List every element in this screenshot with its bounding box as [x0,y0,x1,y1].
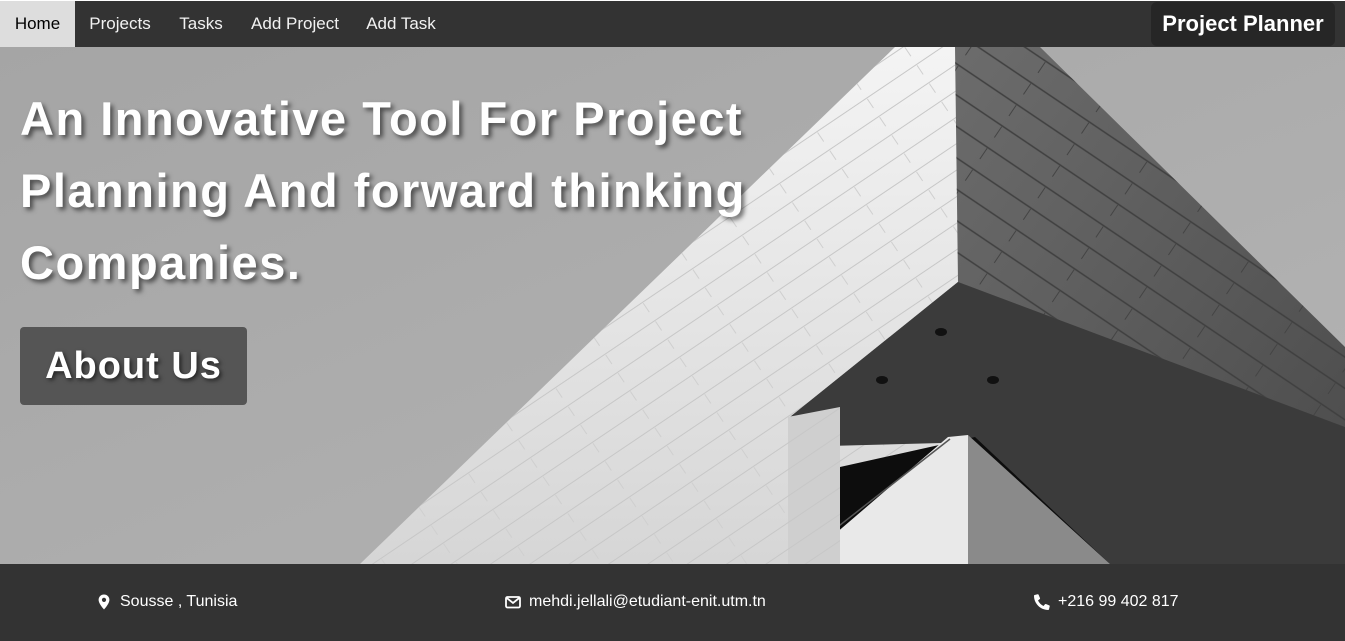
nav-tasks[interactable]: Tasks [165,1,237,47]
hero-headline-line-3: Companies. [20,236,302,289]
phone-icon [1034,594,1050,610]
nav-projects[interactable]: Projects [75,1,165,47]
about-us-button[interactable]: About Us [20,327,247,405]
map-pin-icon [98,594,110,610]
hero-headline-line-2: Planning And forward thinking [20,164,746,217]
hero-headline: An Innovative Tool For Project Planning … [20,83,820,299]
email-link[interactable]: mehdi.jellali@etudiant-enit.utm.tn [529,592,766,612]
location-text: Sousse , Tunisia [120,593,238,610]
phone-text[interactable]: +216 99 402 817 [1058,592,1179,612]
top-nav: Home Projects Tasks Add Project Add Task… [0,0,1345,47]
hero-section: An Innovative Tool For Project Planning … [0,47,1345,564]
hero-headline-line-1: An Innovative Tool For Project [20,92,744,145]
brand-logo[interactable]: Project Planner [1151,2,1335,46]
envelope-icon [505,596,521,609]
footer: Sousse , Tunisia mehdi.jellali@etudiant-… [0,564,1345,641]
nav-home[interactable]: Home [0,1,75,47]
nav-add-task[interactable]: Add Task [353,1,449,47]
nav-add-project[interactable]: Add Project [237,1,353,47]
